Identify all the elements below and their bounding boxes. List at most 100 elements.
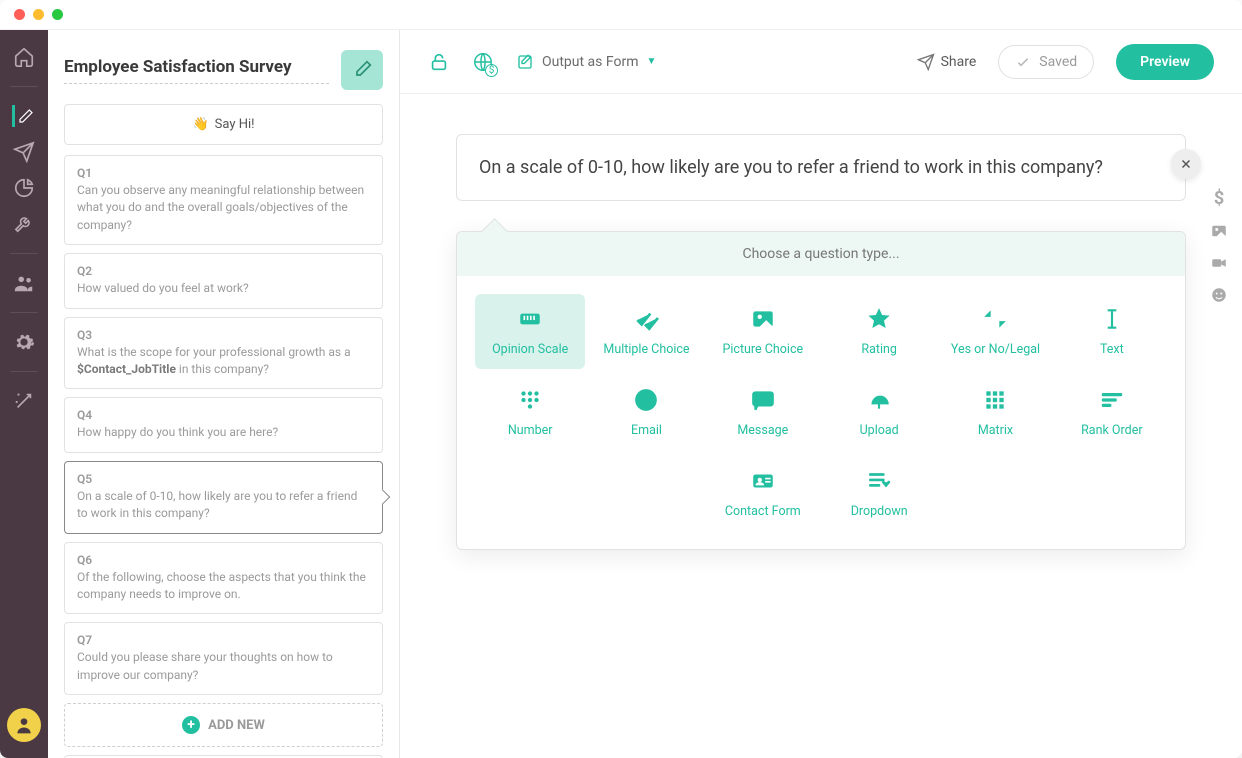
type-matrix[interactable]: Matrix <box>940 375 1050 450</box>
say-hi-card[interactable]: 👋 Say Hi! <box>64 104 383 145</box>
question-number: Q7 <box>77 633 370 647</box>
variable-icon[interactable]: $ <box>1209 189 1229 209</box>
picture-icon <box>750 306 776 332</box>
magic-icon[interactable] <box>13 390 35 412</box>
type-label: Matrix <box>978 423 1013 438</box>
question-number: Q6 <box>77 553 370 567</box>
question-preview-text: Could you please share your thoughts on … <box>77 649 370 684</box>
editor-canvas: On a scale of 0-10, how likely are you t… <box>400 94 1242 758</box>
emoji-icon[interactable] <box>1209 285 1229 305</box>
edit-icon[interactable] <box>12 105 34 127</box>
type-label: Upload <box>860 423 899 438</box>
type-label: Rating <box>861 342 897 357</box>
contact-icon <box>750 468 776 494</box>
type-label: Message <box>737 423 788 438</box>
globe-icon[interactable]: $ <box>472 51 494 73</box>
window-titlebar <box>0 0 1242 30</box>
type-rating[interactable]: Rating <box>824 294 934 369</box>
type-label: Rank Order <box>1081 423 1142 438</box>
type-label: Email <box>631 423 662 438</box>
question-number: Q4 <box>77 408 370 422</box>
video-icon[interactable] <box>1209 253 1229 273</box>
window-maximize-dot[interactable] <box>52 9 63 20</box>
type-label: Contact Form <box>725 504 801 519</box>
yesno-icon <box>982 306 1008 332</box>
upload-icon <box>866 387 892 413</box>
image-icon[interactable] <box>1209 221 1229 241</box>
settings-icon[interactable] <box>13 331 35 353</box>
type-label: Text <box>1100 342 1124 357</box>
add-new-label: ADD NEW <box>208 718 265 733</box>
type-multiple[interactable]: Multiple Choice <box>591 294 701 369</box>
question-list-panel: Employee Satisfaction Survey 👋 Say Hi! Q… <box>48 30 400 758</box>
question-preview-text: How happy do you think you are here? <box>77 424 370 441</box>
type-opinion[interactable]: Opinion Scale <box>475 294 585 369</box>
output-mode-selector[interactable]: Output as Form ▼ <box>516 53 656 71</box>
type-picker-header: Choose a question type... <box>457 232 1185 276</box>
question-number: Q5 <box>77 472 370 486</box>
question-card-q2[interactable]: Q2 How valued do you feel at work? <box>64 253 383 308</box>
window-close-dot[interactable] <box>14 9 25 20</box>
close-icon[interactable] <box>1171 149 1201 179</box>
home-icon[interactable] <box>13 46 35 68</box>
email-icon <box>633 387 659 413</box>
type-rank[interactable]: Rank Order <box>1057 375 1167 450</box>
type-picture[interactable]: Picture Choice <box>708 294 818 369</box>
tools-icon[interactable] <box>13 213 35 235</box>
output-mode-label: Output as Form <box>542 54 638 70</box>
user-avatar[interactable] <box>7 708 41 742</box>
question-preview-text: How valued do you feel at work? <box>77 280 370 297</box>
saved-indicator: Saved <box>998 45 1094 79</box>
matrix-icon <box>982 387 1008 413</box>
opinion-icon <box>517 306 543 332</box>
question-type-picker: Choose a question type... Opinion Scale M… <box>456 231 1186 550</box>
type-label: Multiple Choice <box>603 342 689 357</box>
nav-sidebar <box>0 30 48 758</box>
analytics-icon[interactable] <box>13 177 35 199</box>
theme-button[interactable] <box>341 50 383 90</box>
form-icon <box>516 53 534 71</box>
survey-title[interactable]: Employee Satisfaction Survey <box>64 57 329 84</box>
number-icon <box>517 387 543 413</box>
question-card-q6[interactable]: Q6Of the following, choose the aspects t… <box>64 542 383 615</box>
question-card-q3[interactable]: Q3What is the scope for your professiona… <box>64 317 383 390</box>
question-card-q1[interactable]: Q1 Can you observe any meaningful relatio… <box>64 155 383 245</box>
question-card-q5[interactable]: Q5 On a scale of 0-10, how likely are you… <box>64 461 383 534</box>
question-editor-tile[interactable]: On a scale of 0-10, how likely are you t… <box>456 134 1186 201</box>
type-number[interactable]: Number <box>475 375 585 450</box>
rating-icon <box>866 306 892 332</box>
type-yesno[interactable]: Yes or No/Legal <box>940 294 1050 369</box>
type-contact[interactable]: Contact Form <box>708 456 818 531</box>
send-icon[interactable] <box>13 141 35 163</box>
question-number: Q1 <box>77 166 370 180</box>
type-message[interactable]: Message <box>708 375 818 450</box>
wave-icon: 👋 <box>192 117 208 132</box>
plus-icon: + <box>182 716 200 734</box>
share-icon <box>917 53 935 71</box>
question-number: Q2 <box>77 264 370 278</box>
type-label: Yes or No/Legal <box>951 342 1040 357</box>
preview-button[interactable]: Preview <box>1116 44 1214 80</box>
type-label: Number <box>508 423 553 438</box>
question-card-q7[interactable]: Q7 Could you please share your thoughts o… <box>64 622 383 695</box>
add-new-button[interactable]: + ADD NEW <box>64 703 383 747</box>
chevron-down-icon: ▼ <box>646 56 656 67</box>
multiple-icon <box>633 306 659 332</box>
share-button[interactable]: Share <box>917 53 977 71</box>
type-label: Opinion Scale <box>492 342 568 357</box>
app-window: Employee Satisfaction Survey 👋 Say Hi! Q… <box>0 0 1242 758</box>
question-card-q4[interactable]: Q4 How happy do you think you are here? <box>64 397 383 452</box>
type-email[interactable]: Email <box>591 375 701 450</box>
type-dropdown[interactable]: Dropdown <box>824 456 934 531</box>
type-upload[interactable]: Upload <box>824 375 934 450</box>
check-icon <box>1015 54 1031 70</box>
question-preview-text: On a scale of 0-10, how likely are you t… <box>77 488 370 523</box>
text-icon <box>1099 306 1125 332</box>
team-icon[interactable] <box>13 272 35 294</box>
question-text: On a scale of 0-10, how likely are you t… <box>479 157 1103 178</box>
type-text[interactable]: Text <box>1057 294 1167 369</box>
message-icon <box>750 387 776 413</box>
window-minimize-dot[interactable] <box>33 9 44 20</box>
lock-icon[interactable] <box>428 51 450 73</box>
question-preview-text: Can you observe any meaningful relations… <box>77 182 370 234</box>
